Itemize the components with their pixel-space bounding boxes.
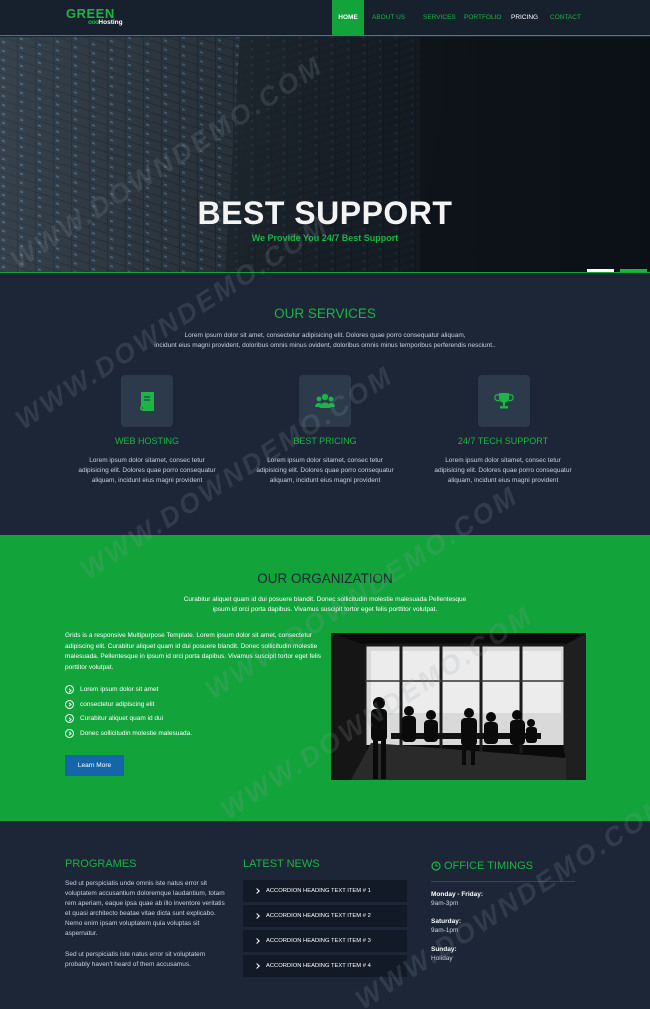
chevron-right-icon [254,938,260,944]
service-description: Lorem ipsum dolor sitamet, consec tetur a… [78,457,216,484]
organization-intro: Curabitur aliquet quam id dui posuere bl… [183,596,467,613]
trophy-icon [494,393,514,409]
nav-pricing[interactable]: PRICING [511,0,550,36]
check-circle-icon [65,728,74,738]
logo[interactable]: GREEN oooHosting [66,7,123,26]
logo-tagline: oooHosting [88,19,123,26]
hero-title: BEST SUPPORT [197,195,453,231]
timing-day: Monday - Friday: [431,891,484,898]
hero-banner: BEST SUPPORT We Provide You 24/7 Best Su… [0,37,650,273]
service-icon-box[interactable] [121,375,173,427]
organization-feature-list: Lorem ipsum dolor sit amet consectetur a… [65,685,192,743]
service-description: Lorem ipsum dolor sitamet, consec tetur a… [256,457,394,484]
check-circle-icon [65,685,74,694]
users-icon [315,393,335,408]
timing-day: Sunday: [431,946,457,953]
service-icon-box[interactable] [299,375,351,427]
divider [431,881,575,882]
service-description: Lorem ipsum dolor sitamet, consec tetur a… [434,457,572,484]
organization-section: OUR ORGANIZATION Curabitur aliquet quam … [0,535,650,821]
programes-title: PROGRAMES [65,858,137,870]
clock-icon [431,861,441,871]
chevron-right-icon [254,913,260,919]
check-circle-icon [65,699,74,709]
main-menu: HOME ABOUT US SERVICES PORTFOLIO PRICING… [332,0,590,36]
top-navbar: GREEN oooHosting HOME ABOUT US SERVICES … [0,0,650,36]
service-title: WEB HOSTING [114,436,179,446]
nav-home[interactable]: HOME [332,0,364,36]
nav-portfolio[interactable]: PORTFOLIO [464,0,511,36]
list-item: Donec sollicitudin molestie malesuada. [65,728,192,744]
programes-text: Sed ut perspiciatis iste natus error sit… [65,951,206,968]
slider-dot-1[interactable] [587,269,614,272]
service-icon-box[interactable] [478,375,530,427]
slider-dot-2[interactable] [620,269,647,272]
services-intro: Lorem ipsum dolor sit amet, consectetur … [154,332,496,349]
programes-text: Sed ut perspiciatis unde omnis iste natu… [65,880,225,937]
list-item: Lorem ipsum dolor sit amet [65,685,192,700]
organization-paragraph: Grids is a responsive Multipurpose Templ… [65,632,322,671]
chevron-right-icon [254,888,260,894]
chevron-right-icon [254,963,260,969]
organization-title: OUR ORGANIZATION [257,571,393,586]
latest-news-title: LATEST NEWS [243,858,320,870]
timing-hours: Holiday [431,955,453,962]
accordion-item[interactable]: ACCORDION HEADING TEXT ITEM # 2 [243,905,407,927]
services-title: OUR SERVICES [274,306,376,321]
office-meeting-photo [331,633,586,780]
list-item: Curabitur aliquet quam id dui [65,714,192,729]
accordion-item[interactable]: ACCORDION HEADING TEXT ITEM # 3 [243,930,407,952]
list-item: consectetur adipiscing elit [65,699,192,715]
accordion-item[interactable]: ACCORDION HEADING TEXT ITEM # 4 [243,955,407,977]
nav-services[interactable]: SERVICES [423,0,461,36]
timing-hours: 9am-1pm [431,927,459,934]
check-circle-icon [65,714,74,723]
office-timings-title: OFFICE TIMINGS [444,860,534,872]
learn-more-button[interactable]: Learn More [65,755,124,776]
service-title: BEST PRICING [293,436,357,446]
nav-about-us[interactable]: ABOUT US [372,0,412,36]
timing-day: Saturday: [431,918,461,925]
accordion-item[interactable]: ACCORDION HEADING TEXT ITEM # 1 [243,880,407,902]
service-title: 24/7 TECH SUPPORT [457,436,549,446]
nav-contact[interactable]: CONTACT [550,0,590,36]
hero-subtitle: We Provide You 24/7 Best Support [251,233,399,243]
book-icon [140,392,154,411]
timing-hours: 9am-3pm [431,900,459,907]
